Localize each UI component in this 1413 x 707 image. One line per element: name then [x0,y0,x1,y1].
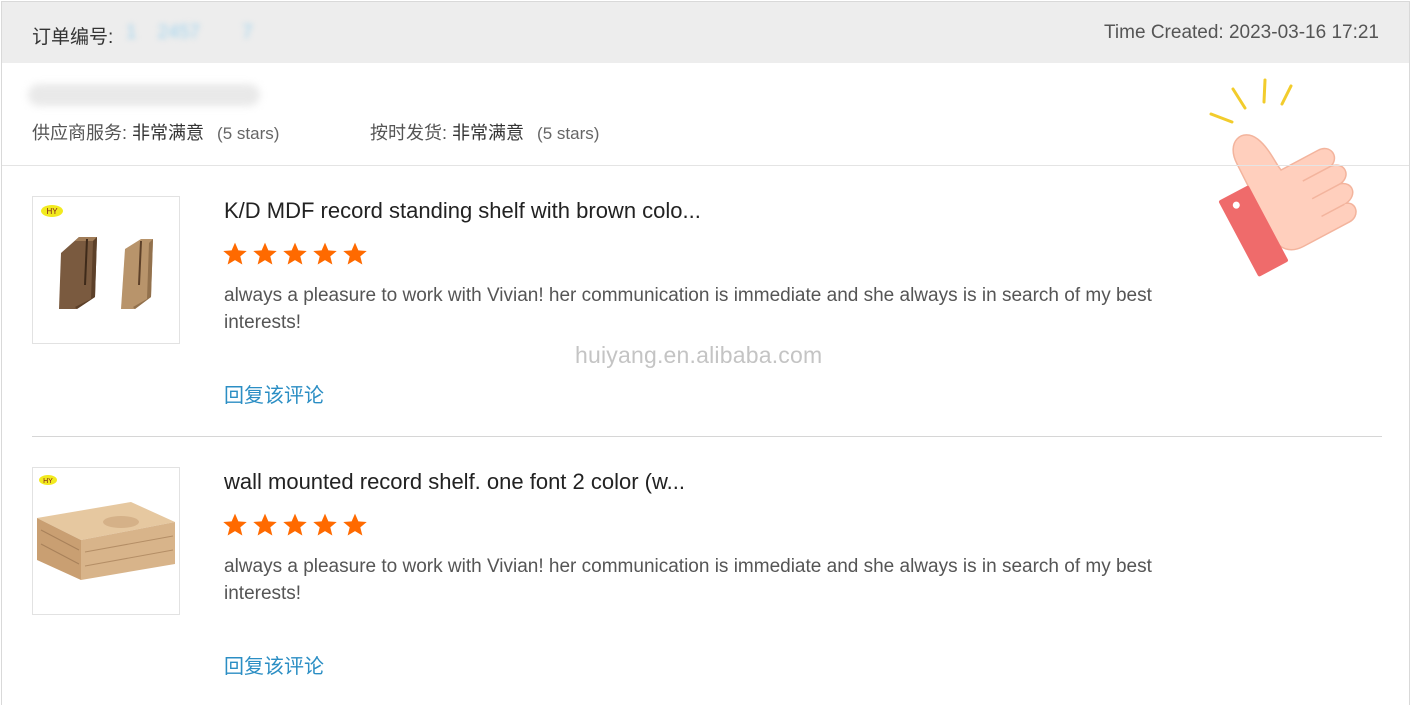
on-time-delivery-value: 非常满意 [452,123,525,143]
review-text: always a pleasure to work with Vivian! h… [224,285,1152,333]
star-icon [283,242,307,265]
reply-review-link[interactable]: 回复该评论 [224,650,324,679]
supplier-service-rating: 供应商服务: 非常满意 (5 stars) [32,119,279,145]
review-text: always a pleasure to work with Vivian! h… [224,556,1152,604]
order-number-label: 订单编号: [32,27,114,48]
reply-review-link[interactable]: 回复该评论 [224,379,324,408]
on-time-delivery-rating: 按时发货: 非常满意 (5 stars) [370,119,599,145]
supplier-service-value: 非常满意 [132,123,205,143]
hy-logo: HY [46,207,58,216]
review-divider [32,436,1382,437]
on-time-delivery-label: 按时发货: [370,123,448,143]
star-icon [313,242,337,265]
star-icon [343,242,367,265]
on-time-delivery-stars: (5 stars) [537,124,600,143]
thumbs-up-icon [1209,78,1357,277]
order-header: 订单编号: 1 2457 7 Time Created: 2023-03-16 … [2,2,1409,63]
product-image-record-stand: HY [33,197,179,343]
star-icon [223,242,247,265]
product-image-wall-shelf: HY [33,468,179,614]
product-image[interactable]: HY [32,196,180,344]
product-title-link[interactable]: wall mounted record shelf. one font 2 co… [224,469,685,495]
star-icon [253,242,277,265]
product-title-link[interactable]: K/D MDF record standing shelf with brown… [224,198,701,224]
star-icon [253,513,277,536]
watermark: huiyang.en.alibaba.com [575,342,823,368]
time-created: Time Created: 2023-03-16 17:21 [1104,22,1379,43]
product-star-rating [222,241,368,267]
order-review-panel: 订单编号: 1 2457 7 Time Created: 2023-03-16 … [1,1,1410,705]
star-icon [313,513,337,536]
buyer-name-redacted [28,84,260,106]
hy-logo: HY [43,478,53,485]
product-star-rating [222,512,368,538]
supplier-service-label: 供应商服务: [32,123,128,143]
star-icon [283,513,307,536]
section-divider [2,165,1409,166]
star-icon [223,513,247,536]
product-image[interactable]: HY [32,467,180,615]
supplier-service-stars: (5 stars) [217,124,280,143]
star-icon [343,513,367,536]
order-number[interactable]: 1 2457 7 [126,22,253,44]
